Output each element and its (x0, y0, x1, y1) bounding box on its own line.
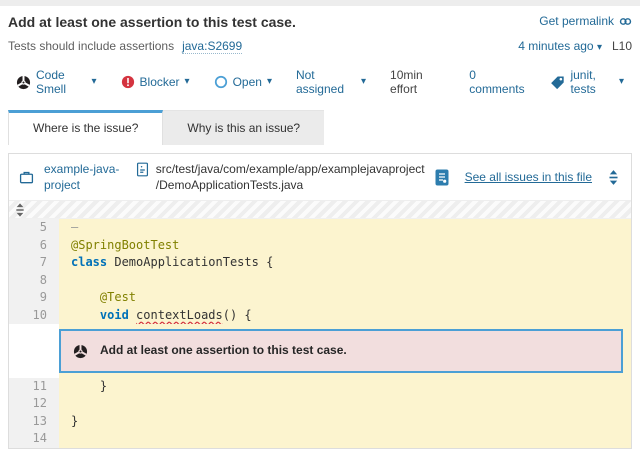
code-line: 6@SpringBootTest (9, 237, 631, 255)
see-all-issues-link[interactable]: See all issues in this file (465, 170, 592, 184)
chevron-down-icon: ▾ (185, 77, 190, 87)
code-text (59, 272, 631, 290)
status-dropdown[interactable]: Open ▾ (214, 75, 272, 89)
issue-header: Add at least one assertion to this test … (0, 6, 640, 100)
code-text (59, 395, 631, 413)
code-text (59, 430, 631, 448)
line-number[interactable]: 13 (9, 413, 59, 431)
issue-row-cell: Add at least one assertion to this test … (59, 324, 631, 378)
expand-lines-above-row (9, 201, 631, 219)
code-line: 7class DemoApplicationTests { (9, 254, 631, 272)
issue-row-gutter (9, 324, 59, 378)
assignee-label: Not assigned (296, 68, 356, 96)
pinned-file-badge-icon[interactable] (435, 169, 449, 186)
chevron-down-icon: ▾ (597, 42, 602, 53)
line-number[interactable]: 9 (9, 289, 59, 307)
code-line: 10 void contextLoads() { (9, 307, 631, 325)
code-text: } (59, 378, 631, 396)
changelog-dropdown[interactable]: 4 minutes ago ▾ (518, 39, 602, 53)
project-icon (19, 170, 34, 185)
tag-icon (550, 75, 565, 90)
code-table: 5–6@SpringBootTest7class DemoApplication… (9, 219, 631, 448)
inline-issue-row: Add at least one assertion to this test … (9, 324, 631, 378)
expand-lines-icon[interactable] (15, 203, 25, 217)
tags-label: junit, tests (570, 68, 614, 96)
project-link[interactable]: example-java-project (44, 161, 126, 193)
line-number[interactable]: 10 (9, 307, 59, 325)
code-text: – (59, 219, 631, 237)
file-header: example-java-project src/test/java/com/e… (9, 154, 631, 201)
code-line: 13} (9, 413, 631, 431)
effort-label: 10min effort (390, 68, 445, 96)
blocker-icon (121, 75, 135, 89)
line-number[interactable]: 8 (9, 272, 59, 290)
code-smell-icon (73, 344, 88, 359)
code-line: 11 } (9, 378, 631, 396)
code-text: @SpringBootTest (59, 237, 631, 255)
chevron-down-icon: ▾ (267, 77, 272, 87)
chain-link-icon (619, 15, 632, 28)
comments-link[interactable]: 0 comments (469, 68, 526, 96)
file-icon (136, 162, 149, 177)
code-line: 12 (9, 395, 631, 413)
code-text: void contextLoads() { (59, 307, 631, 325)
changelog-label: 4 minutes ago (518, 39, 593, 53)
severity-label: Blocker (140, 75, 180, 89)
line-number[interactable]: 14 (9, 430, 59, 448)
open-status-icon (214, 75, 228, 89)
source-viewer: example-java-project src/test/java/com/e… (8, 153, 632, 449)
line-number[interactable]: 11 (9, 378, 59, 396)
issue-tabs: Where is the issue? Why is this an issue… (0, 100, 640, 145)
inline-issue-message: Add at least one assertion to this test … (100, 342, 347, 360)
chevron-down-icon: ▾ (619, 77, 624, 87)
permalink-label: Get permalink (539, 14, 614, 28)
issue-meta-bar: Code Smell ▾ Blocker ▾ Open ▾ (8, 53, 632, 100)
status-label: Open (233, 75, 262, 89)
line-number[interactable]: 6 (9, 237, 59, 255)
line-reference: L10 (612, 39, 632, 53)
code-text: } (59, 413, 631, 431)
code-line: 8 (9, 272, 631, 290)
assignee-dropdown[interactable]: Not assigned ▾ (296, 68, 366, 96)
inline-issue-message-box[interactable]: Add at least one assertion to this test … (59, 329, 623, 373)
line-number[interactable]: 7 (9, 254, 59, 272)
code-text: class DemoApplicationTests { (59, 254, 631, 272)
code-text: @Test (59, 289, 631, 307)
get-permalink-link[interactable]: Get permalink (539, 14, 632, 28)
expand-file-icon[interactable] (608, 170, 619, 185)
line-number[interactable]: 5 (9, 219, 59, 237)
code-line: 14 (9, 430, 631, 448)
issue-title: Add at least one assertion to this test … (8, 14, 296, 30)
file-path: src/test/java/com/example/app/examplejav… (156, 161, 425, 193)
tab-where-is-the-issue[interactable]: Where is the issue? (8, 110, 163, 145)
rule-description: Tests should include assertions java:S269… (8, 39, 242, 53)
chevron-down-icon: ▾ (92, 77, 97, 87)
tags-dropdown[interactable]: junit, tests ▾ (550, 68, 624, 96)
tab-why-is-this-an-issue[interactable]: Why is this an issue? (163, 110, 324, 145)
code-line: 5– (9, 219, 631, 237)
file-path-line-2: /DemoApplicationTests.java (156, 178, 303, 192)
chevron-down-icon: ▾ (361, 77, 366, 87)
code-smell-icon (16, 75, 31, 90)
rule-text: Tests should include assertions (8, 39, 174, 53)
line-number[interactable]: 12 (9, 395, 59, 413)
severity-dropdown[interactable]: Blocker ▾ (121, 75, 190, 89)
rule-key-link[interactable]: java:S2699 (182, 39, 242, 54)
file-path-line-1: src/test/java/com/example/app/examplejav… (156, 162, 425, 176)
type-dropdown[interactable]: Code Smell ▾ (16, 68, 97, 96)
type-label: Code Smell (36, 68, 87, 96)
code-line: 9 @Test (9, 289, 631, 307)
